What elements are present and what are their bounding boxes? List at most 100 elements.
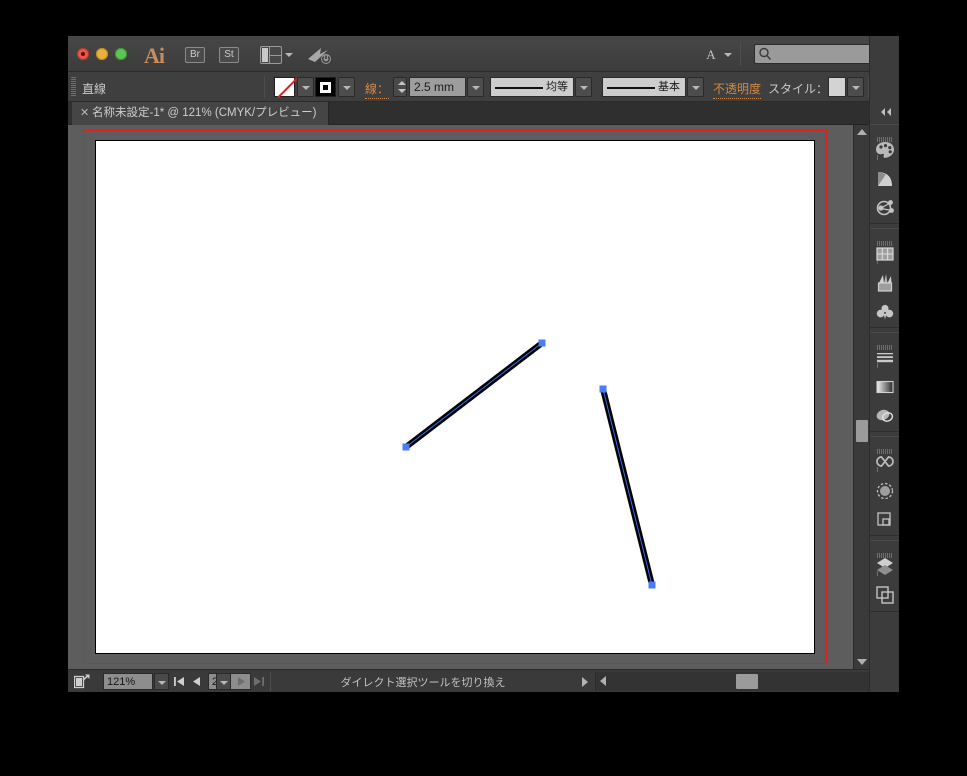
opacity-label[interactable]: 不透明度 [713, 80, 762, 99]
variable-width-chevron-down-icon[interactable] [575, 77, 592, 97]
brush-preview-icon [607, 87, 655, 89]
align-icon[interactable] [874, 509, 896, 531]
next-artboard-icon[interactable] [235, 675, 248, 688]
stroke-lines-icon[interactable] [874, 347, 896, 369]
swatches-grid-icon[interactable] [874, 243, 896, 265]
artwork-svg [402, 339, 656, 589]
symbols-icon[interactable] [874, 301, 896, 323]
typekit-label: A [706, 47, 716, 62]
style-label: スタイル： [768, 82, 829, 96]
vertical-scrollbar[interactable] [853, 125, 869, 669]
status-divider [270, 672, 271, 691]
bridge-button[interactable]: Br [185, 47, 205, 63]
typekit-chevron-down-icon[interactable] [724, 53, 732, 57]
control-bar: 直線 線： 2.5 mm 均等 基本 不透明度 スタイル： [68, 72, 899, 102]
panel-group-grip[interactable] [877, 129, 893, 160]
first-artboard-icon[interactable] [173, 675, 186, 688]
scroll-up-icon[interactable] [857, 129, 867, 135]
stroke-weight-input[interactable]: 2.5 mm [409, 77, 466, 97]
line-2 [599, 385, 656, 589]
brush-definition-chevron-down-icon[interactable] [687, 77, 704, 97]
width-profile-preview-icon [495, 87, 543, 89]
artboard[interactable] [95, 140, 815, 654]
color-guide-icon[interactable] [874, 168, 896, 190]
horizontal-scrollbar-thumb[interactable] [736, 674, 758, 689]
line-1 [402, 339, 546, 451]
document-tab[interactable]: ✕ 名称未設定-1* @ 121% (CMYK/プレビュー) [72, 102, 330, 125]
no-fill-slash-icon [277, 77, 298, 99]
edit-colors-icon[interactable] [874, 197, 896, 219]
artboard-number-chevron-down-icon[interactable] [216, 673, 231, 690]
canvas-area[interactable] [68, 125, 853, 669]
stroke-color-chevron-down-icon[interactable] [338, 77, 355, 97]
scroll-down-icon[interactable] [857, 659, 867, 665]
stroke-color-swatch[interactable] [315, 77, 336, 97]
fill-color-swatch[interactable] [274, 77, 298, 99]
status-message: ダイレクト選択ツールを切り換え [340, 677, 506, 689]
layers-icon[interactable] [874, 555, 896, 577]
line-2-anchor-end [648, 581, 656, 589]
panel-group-grip[interactable] [877, 545, 893, 576]
titlebar-divider [740, 42, 741, 66]
panel-group-grip[interactable] [877, 441, 893, 472]
arrange-documents-icon[interactable] [260, 46, 282, 64]
panel-group-grip[interactable] [877, 337, 893, 368]
stroke-weight-chevron-down-icon[interactable] [467, 77, 484, 97]
line-1-anchor-end [538, 339, 546, 347]
stroke-weight-label[interactable]: 線： [365, 80, 390, 99]
transparency-icon[interactable] [874, 405, 896, 427]
stock-button[interactable]: St [219, 47, 239, 63]
zoom-level-chevron-down-icon[interactable] [154, 673, 169, 690]
panel-group-layers [870, 540, 899, 612]
panel-dock [869, 36, 899, 692]
control-bar-grip[interactable] [71, 77, 76, 97]
search-icon [759, 47, 772, 60]
last-artboard-icon[interactable] [252, 675, 265, 688]
scroll-left-icon[interactable] [600, 676, 606, 686]
line-1-anchor-start [402, 443, 410, 451]
illustrator-logo: Ai [144, 43, 165, 68]
stroke-weight-stepper[interactable] [393, 77, 407, 97]
maximize-window-button[interactable] [115, 48, 127, 60]
arrange-documents-chevron-down-icon[interactable] [285, 53, 293, 57]
close-window-button[interactable] [77, 48, 89, 60]
status-bar: 121% 2 ダイレクト選択ツールを切り換え [68, 669, 899, 692]
status-menu-icon[interactable] [582, 677, 588, 687]
variable-width-profile-select[interactable]: 均等 [490, 77, 574, 97]
panel-group-libraries [870, 436, 899, 536]
brushes-icon[interactable] [874, 272, 896, 294]
panel-group-swatches [870, 228, 899, 328]
brush-definition-select[interactable]: 基本 [602, 77, 686, 97]
gradient-icon[interactable] [874, 376, 896, 398]
zoom-level-input[interactable]: 121% [103, 673, 153, 690]
stepper-up-icon[interactable] [398, 81, 406, 85]
control-divider-1 [264, 76, 265, 98]
graphic-style-swatch[interactable] [828, 77, 846, 97]
cc-libraries-icon[interactable] [874, 451, 896, 473]
stepper-down-icon[interactable] [398, 89, 406, 93]
fill-color-chevron-down-icon[interactable] [297, 77, 314, 97]
brush-definition-value: 基本 [658, 81, 680, 93]
document-tab-bar: ✕ 名称未設定-1* @ 121% (CMYK/プレビュー) [68, 102, 899, 125]
title-bar: Ai Br St A [68, 36, 899, 72]
previous-artboard-icon[interactable] [190, 675, 203, 688]
collapse-panels-icon[interactable] [870, 104, 899, 120]
export-icon[interactable] [74, 674, 90, 689]
illustrator-window: Ai Br St A 直線 線： 2.5 mm 均等 基本 不透明度 スタイル：… [68, 36, 899, 692]
minimize-window-button[interactable] [96, 48, 108, 60]
line-2-selection-path [602, 388, 653, 586]
appearance-icon[interactable] [874, 480, 896, 502]
creative-cloud-sync-icon[interactable] [306, 44, 332, 66]
panel-group-grip[interactable] [877, 233, 893, 264]
panel-group-stroke [870, 332, 899, 432]
variable-width-profile-value: 均等 [546, 81, 568, 93]
selected-object-label: 直線 [82, 82, 107, 96]
close-icon[interactable]: ✕ [80, 108, 89, 119]
horizontal-scrollbar[interactable] [595, 672, 899, 691]
document-tab-label: 名称未設定-1* @ 121% (CMYK/プレビュー) [92, 107, 317, 119]
artboards-icon[interactable] [874, 584, 896, 606]
graphic-style-chevron-down-icon[interactable] [847, 77, 864, 97]
line-2-anchor-start [599, 385, 607, 393]
vertical-scrollbar-thumb[interactable] [856, 420, 868, 442]
color-palette-icon[interactable] [874, 139, 896, 161]
